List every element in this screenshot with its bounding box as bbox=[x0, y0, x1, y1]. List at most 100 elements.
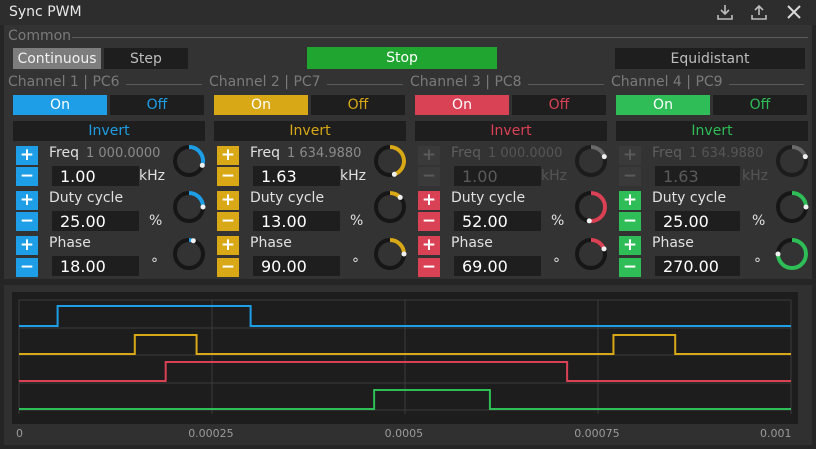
common-divider bbox=[72, 37, 808, 38]
channel-2-freq-knob[interactable] bbox=[372, 143, 408, 179]
channel-3-phase-input[interactable]: 69.00 bbox=[454, 256, 541, 276]
channel-1-phase-knob[interactable] bbox=[171, 236, 207, 272]
channel-2-duty-knob[interactable] bbox=[372, 189, 408, 225]
channel-3-divider bbox=[528, 84, 604, 85]
channel-4-freq-input[interactable]: 1.63 bbox=[655, 166, 740, 186]
channel-3-phase-knob[interactable] bbox=[573, 236, 609, 272]
continuous-button[interactable]: Continuous bbox=[13, 48, 101, 69]
channel-2-phase-plus-button[interactable]: + bbox=[217, 236, 239, 255]
channel-4-freq-readout: 1 634.9880 bbox=[689, 146, 764, 161]
channel-1-freq-readout: 1 000.0000 bbox=[86, 146, 161, 161]
channel-4-phase-input[interactable]: 270.00 bbox=[655, 256, 740, 276]
channel-2-phase-minus-button[interactable]: − bbox=[217, 258, 239, 277]
channel-4-duty-unit: % bbox=[752, 213, 766, 229]
channel-4-duty-label: Duty cycle bbox=[652, 190, 727, 206]
channel-2-freq-plus-button[interactable]: + bbox=[217, 146, 239, 165]
channel-4-duty-plus-button[interactable]: + bbox=[619, 191, 641, 210]
channel-3-duty-input[interactable]: 52.00 bbox=[454, 211, 541, 231]
channel-1-phase-plus-button[interactable]: + bbox=[16, 236, 38, 255]
channel-2-phase-label: Phase bbox=[250, 235, 292, 251]
channel-3-duty-plus-button[interactable]: + bbox=[418, 191, 440, 210]
x-tick-label: 0 bbox=[16, 427, 23, 440]
channel-3-duty-unit: % bbox=[551, 213, 565, 229]
channel-4-phase-unit: ° bbox=[754, 256, 761, 272]
channel-3-title: Channel 3 | PC8 bbox=[410, 74, 522, 90]
title-bar bbox=[0, 0, 816, 25]
channel-4-duty-minus-button[interactable]: − bbox=[619, 212, 641, 231]
channel-1-invert-button[interactable]: Invert bbox=[13, 121, 205, 141]
channel-4-freq-knob[interactable] bbox=[774, 143, 810, 179]
channel-2-duty-plus-button[interactable]: + bbox=[217, 191, 239, 210]
channel-2-phase-knob[interactable] bbox=[372, 236, 408, 272]
channel-1-freq-label: Freq bbox=[49, 145, 79, 161]
channel-3-duty-minus-button[interactable]: − bbox=[418, 212, 440, 231]
channel-1-freq-plus-button[interactable]: + bbox=[16, 146, 38, 165]
channel-4-off-button[interactable]: Off bbox=[713, 95, 807, 115]
channel-1-duty-minus-button[interactable]: − bbox=[16, 212, 38, 231]
close-icon[interactable] bbox=[783, 2, 805, 22]
channel-1-freq-unit: kHz bbox=[139, 168, 165, 184]
equidistant-button[interactable]: Equidistant bbox=[615, 48, 805, 69]
channel-4-duty-input[interactable]: 25.00 bbox=[655, 211, 740, 231]
channel-2-duty-minus-button[interactable]: − bbox=[217, 212, 239, 231]
x-tick-label: 0.0005 bbox=[384, 427, 424, 440]
channel-1-duty-label: Duty cycle bbox=[49, 190, 124, 206]
channel-4-divider bbox=[729, 84, 804, 85]
channel-2-freq-minus-button[interactable]: − bbox=[217, 167, 239, 186]
channel-4-invert-button[interactable]: Invert bbox=[616, 121, 808, 141]
channel-2-phase-input[interactable]: 90.00 bbox=[253, 256, 340, 276]
window-title: Sync PWM bbox=[9, 4, 82, 20]
channel-4-on-button[interactable]: On bbox=[616, 95, 710, 115]
x-tick-label: 0.001 bbox=[760, 427, 792, 440]
step-button[interactable]: Step bbox=[104, 48, 188, 69]
channel-3-phase-plus-button[interactable]: + bbox=[418, 236, 440, 255]
channel-3-off-button[interactable]: Off bbox=[512, 95, 606, 115]
channel-3-on-button[interactable]: On bbox=[415, 95, 509, 115]
common-label: Common bbox=[8, 28, 72, 44]
channel-3-phase-minus-button[interactable]: − bbox=[418, 258, 440, 277]
channel-4-freq-plus-button[interactable]: + bbox=[619, 146, 641, 165]
waveform-chart bbox=[18, 299, 792, 414]
channel-4-duty-knob[interactable] bbox=[774, 189, 810, 225]
channel-2-invert-button[interactable]: Invert bbox=[214, 121, 406, 141]
channel-1-freq-input[interactable]: 1.00 bbox=[52, 166, 139, 186]
channel-3-phase-unit: ° bbox=[553, 256, 560, 272]
waveform-plot bbox=[12, 292, 798, 424]
channel-1-freq-knob[interactable] bbox=[171, 143, 207, 179]
channel-1-off-button[interactable]: Off bbox=[110, 95, 204, 115]
channel-4-phase-knob[interactable] bbox=[774, 236, 810, 272]
channel-2-phase-unit: ° bbox=[352, 256, 359, 272]
channel-4-phase-minus-button[interactable]: − bbox=[619, 258, 641, 277]
channel-2-divider bbox=[327, 84, 403, 85]
channel-1-divider bbox=[126, 84, 202, 85]
channel-1-duty-input[interactable]: 25.00 bbox=[52, 211, 139, 231]
stop-button[interactable]: Stop bbox=[307, 47, 497, 69]
upload-icon[interactable] bbox=[748, 2, 770, 22]
channel-3-duty-knob[interactable] bbox=[573, 189, 609, 225]
channel-3-invert-button[interactable]: Invert bbox=[415, 121, 607, 141]
channel-3-freq-minus-button[interactable]: − bbox=[418, 167, 440, 186]
channel-4-phase-plus-button[interactable]: + bbox=[619, 236, 641, 255]
channel-1-phase-minus-button[interactable]: − bbox=[16, 258, 38, 277]
channel-3-freq-input[interactable]: 1.00 bbox=[454, 166, 541, 186]
channel-3-freq-plus-button[interactable]: + bbox=[418, 146, 440, 165]
channel-1-duty-knob[interactable] bbox=[171, 189, 207, 225]
channel-1-freq-minus-button[interactable]: − bbox=[16, 167, 38, 186]
channel-2-off-button[interactable]: Off bbox=[311, 95, 405, 115]
channel-2-freq-label: Freq bbox=[250, 145, 280, 161]
channel-1-on-button[interactable]: On bbox=[13, 95, 107, 115]
channel-2-freq-input[interactable]: 1.63 bbox=[253, 166, 340, 186]
channel-2-duty-input[interactable]: 13.00 bbox=[253, 211, 340, 231]
channel-3-freq-knob[interactable] bbox=[573, 143, 609, 179]
channel-4-freq-minus-button[interactable]: − bbox=[619, 167, 641, 186]
channel-2-duty-label: Duty cycle bbox=[250, 190, 325, 206]
channel-4-title: Channel 4 | PC9 bbox=[611, 74, 723, 90]
channel-4-phase-label: Phase bbox=[652, 235, 694, 251]
download-icon[interactable] bbox=[714, 2, 736, 22]
channel-2-duty-unit: % bbox=[350, 213, 364, 229]
channel-1-duty-plus-button[interactable]: + bbox=[16, 191, 38, 210]
channel-2-on-button[interactable]: On bbox=[214, 95, 308, 115]
x-tick-label: 0.00025 bbox=[188, 427, 234, 440]
channel-3-duty-label: Duty cycle bbox=[451, 190, 526, 206]
channel-1-phase-input[interactable]: 18.00 bbox=[52, 256, 139, 276]
